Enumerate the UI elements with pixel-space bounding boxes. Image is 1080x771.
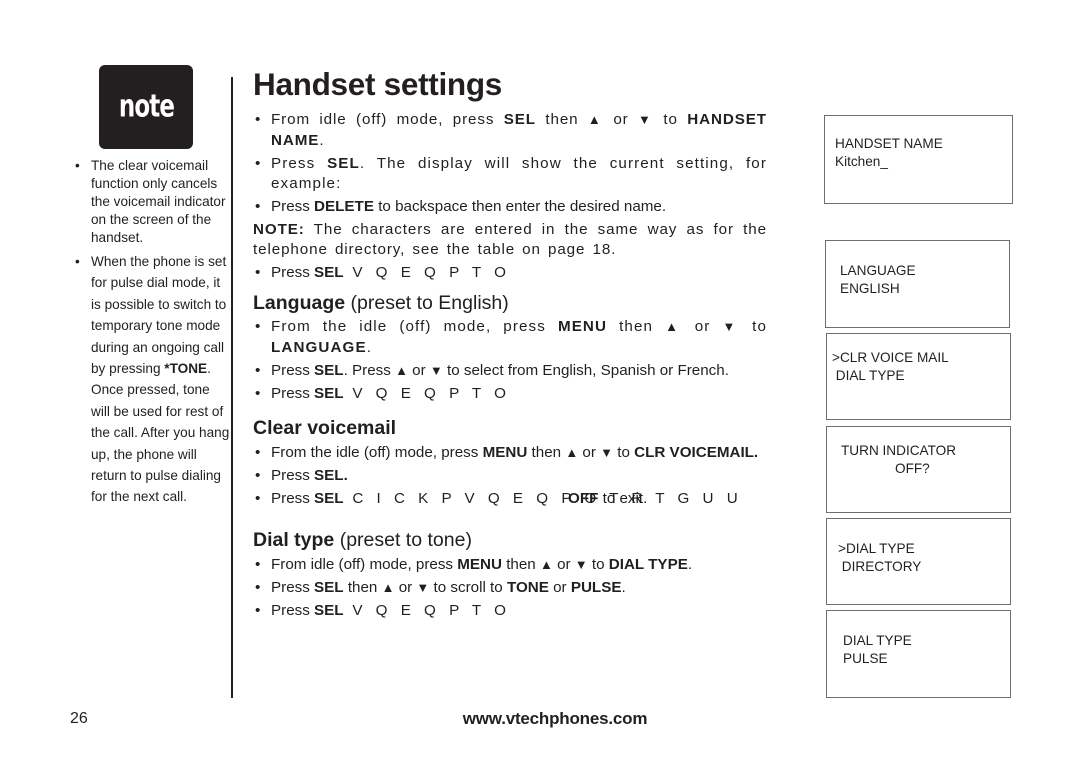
handset-name-steps-2: Press SEL V Q E Q P T O — [253, 263, 767, 284]
section-heading-clear-voicemail: Clear voicemail — [253, 417, 397, 439]
screen-handset-name: HANDSET NAME Kitchen_ — [824, 115, 1013, 204]
list-item: From idle (off) mode, press SEL then ▲ o… — [253, 110, 767, 151]
list-item: Press SEL V Q E Q P T O — [253, 263, 767, 284]
list-item: Press SEL. Press ▲ or ▼ to select from E… — [253, 361, 767, 382]
down-arrow-icon: ▼ — [638, 112, 655, 127]
down-arrow-icon: ▼ — [416, 579, 430, 595]
screen-language: LANGUAGE ENGLISH — [825, 240, 1010, 328]
main-content: Handset settings From idle (off) mode, p… — [253, 64, 767, 621]
down-arrow-icon: ▼ — [722, 319, 741, 334]
list-item: Press SEL. — [253, 466, 767, 487]
list-item: Press SEL then ▲ or ▼ to scroll to TONE … — [253, 578, 767, 599]
down-arrow-icon: ▼ — [429, 362, 443, 378]
sidebar-notes: The clear voicemail function only cancel… — [70, 157, 230, 508]
down-arrow-icon: ▼ — [600, 444, 614, 460]
up-arrow-icon: ▲ — [395, 362, 408, 378]
list-item: Press DELETE to backspace then enter the… — [253, 197, 767, 218]
section-heading-dial-type: Dial type (preset to tone) — [253, 529, 472, 551]
list-item: From the idle (off) mode, press MENU the… — [253, 317, 767, 358]
list-item: Press SEL V Q E Q P T O — [253, 601, 767, 622]
note-badge-label: note — [118, 88, 174, 124]
note-badge: note — [99, 65, 193, 149]
note-paragraph: NOTE: The characters are entered in the … — [253, 220, 767, 259]
handset-name-steps: From idle (off) mode, press SEL then ▲ o… — [253, 110, 767, 218]
language-steps: From the idle (off) mode, press MENU the… — [253, 317, 767, 404]
list-item: Press SEL C I C K P V Q E Q P O T R T G … — [253, 489, 767, 510]
screen-dial-type-menu: >DIAL TYPE DIRECTORY — [826, 518, 1011, 605]
website-link[interactable]: www.vtechphones.com — [440, 709, 670, 729]
section-heading-language: Language (preset to English) — [253, 291, 509, 314]
screen-dial-type-pulse: DIAL TYPE PULSE — [826, 610, 1011, 698]
sidebar-note: The clear voicemail function only cancel… — [70, 157, 230, 247]
sidebar-note: When the phone is set for pulse dial mod… — [70, 251, 230, 508]
down-arrow-icon: ▼ — [574, 556, 588, 572]
clear-voicemail-steps: From the idle (off) mode, press MENU the… — [253, 443, 767, 510]
list-item: From idle (off) mode, press MENU then ▲ … — [253, 555, 767, 576]
page-title: Handset settings — [253, 66, 502, 102]
screen-turn-indicator-off: TURN INDICATOR OFF? — [826, 426, 1011, 513]
column-divider — [231, 77, 233, 698]
list-item: Press SEL V Q E Q P T O — [253, 384, 767, 405]
screen-clr-voice-mail: >CLR VOICE MAIL DIAL TYPE — [826, 333, 1011, 420]
page-number: 26 — [70, 710, 88, 727]
dial-type-steps: From idle (off) mode, press MENU then ▲ … — [253, 555, 767, 622]
overlay-text: OFF to exit. — [568, 489, 648, 507]
list-item: Press SEL. The display will show the cur… — [253, 154, 767, 195]
up-arrow-icon: ▲ — [381, 579, 395, 595]
tone-key: *TONE — [164, 361, 208, 377]
up-arrow-icon: ▲ — [539, 556, 553, 572]
list-item: From the idle (off) mode, press MENU the… — [253, 443, 767, 464]
up-arrow-icon: ▲ — [587, 112, 604, 127]
up-arrow-icon: ▲ — [565, 444, 579, 460]
up-arrow-icon: ▲ — [665, 319, 683, 334]
